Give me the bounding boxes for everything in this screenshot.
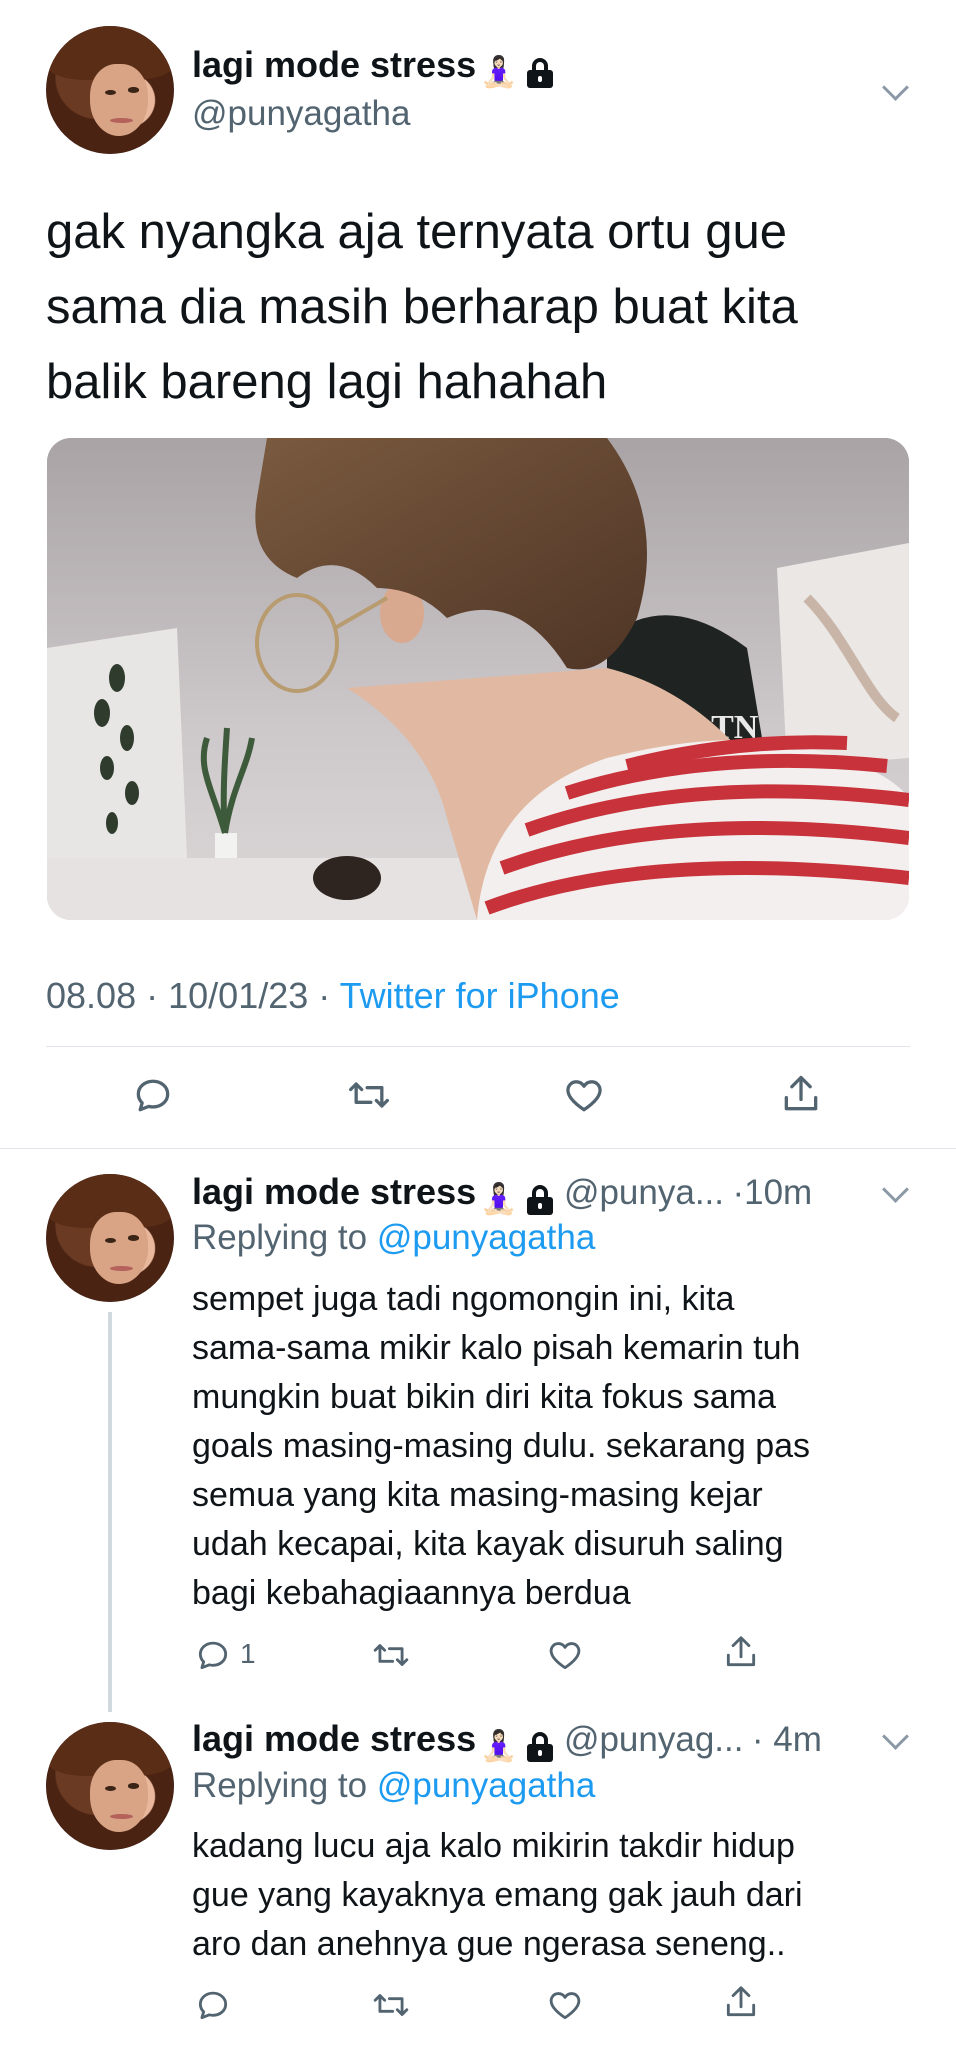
reply-line: udah kecapai, kita kayak disuruh saling	[192, 1525, 784, 1563]
replying-prefix: Replying to	[192, 1766, 368, 1805]
like-icon[interactable]	[545, 1636, 585, 1674]
lock-icon	[527, 1184, 554, 1215]
reply-line: sama-sama mikir kalo pisah kemarin tuh	[192, 1329, 801, 1367]
reply-handle: @punyag...	[563, 1720, 744, 1759]
reply-line: semua yang kita masing-masing kejar	[192, 1476, 763, 1514]
tweet-time: 08.08	[46, 975, 137, 1016]
main-handle[interactable]: @punyagatha	[192, 94, 410, 134]
share-icon[interactable]	[722, 1632, 760, 1672]
like-icon[interactable]	[561, 1073, 607, 1117]
main-tweet-text: gak nyangka aja ternyata ortu gue sama d…	[46, 195, 798, 420]
reply-icon[interactable]	[194, 1986, 232, 2024]
retweet-icon[interactable]	[370, 1636, 412, 1674]
replying-to: Replying to @punyagatha	[192, 1766, 595, 1806]
reply-line: kadang lucu aja kalo mikirin takdir hidu…	[192, 1827, 795, 1865]
yoga-emoji: 🧘🏻‍♀️	[480, 1730, 518, 1764]
tweet-photo[interactable]: VLTN	[47, 438, 909, 920]
reply-avatar[interactable]	[46, 1722, 174, 1850]
thread-line	[108, 1312, 112, 1712]
meta-separator: ·	[318, 975, 331, 1016]
lock-icon	[527, 1731, 554, 1762]
reply-icon[interactable]	[131, 1073, 175, 1117]
reply-line: sempet juga tadi ngomongin ini, kita	[192, 1280, 735, 1318]
author-name: lagi mode stress	[192, 1171, 477, 1212]
reply-time: ·10m	[732, 1173, 813, 1212]
chevron-down-icon[interactable]	[882, 1723, 909, 1750]
yoga-emoji: 🧘🏻‍♀️	[480, 56, 518, 90]
replying-prefix: Replying to	[192, 1218, 368, 1257]
reply-time: · 4m	[751, 1720, 822, 1759]
reply-text: sempet juga tadi ngomongin ini, kita sam…	[192, 1275, 810, 1618]
author-name: lagi mode stress	[192, 44, 477, 85]
lock-icon	[527, 57, 554, 88]
tweet-source-link[interactable]: Twitter for iPhone	[340, 975, 620, 1016]
photo-illustration: VLTN	[47, 438, 909, 920]
tweet-line: balik bareng lagi hahahah	[46, 355, 608, 409]
reply-line: aro dan anehnya gue ngerasa seneng..	[192, 1925, 786, 1963]
reply-line: goals masing-masing dulu. sekarang pas	[192, 1427, 811, 1465]
reply-icon[interactable]	[194, 1636, 232, 1674]
retweet-icon[interactable]	[345, 1073, 393, 1117]
tweet-meta: 08.08 · 10/01/23 · Twitter for iPhone	[46, 975, 620, 1017]
reply-header[interactable]: lagi mode stress 🧘🏻‍♀️ @punya... ·10m	[192, 1171, 812, 1217]
tweet-line: gak nyangka aja ternyata ortu gue	[46, 205, 787, 259]
yoga-emoji: 🧘🏻‍♀️	[480, 1183, 518, 1217]
reply-count: 1	[240, 1638, 256, 1669]
reply-header[interactable]: lagi mode stress 🧘🏻‍♀️ @punyag... · 4m	[192, 1718, 822, 1764]
meta-separator: ·	[146, 975, 159, 1016]
replying-to: Replying to @punyagatha	[192, 1218, 595, 1258]
chevron-down-icon[interactable]	[882, 1176, 909, 1203]
share-icon[interactable]	[722, 1982, 760, 2022]
reply-avatar[interactable]	[46, 1174, 174, 1302]
chevron-down-icon[interactable]	[882, 74, 909, 101]
replying-to-link[interactable]: @punyagatha	[377, 1218, 595, 1257]
share-icon[interactable]	[779, 1071, 823, 1117]
reply-line: bagi kebahagiaannya berdua	[192, 1574, 631, 1612]
main-avatar[interactable]	[46, 26, 174, 154]
author-name: lagi mode stress	[192, 1718, 477, 1759]
tweet-date: 10/01/23	[168, 975, 309, 1016]
like-icon[interactable]	[545, 1986, 585, 2024]
reply-line: mungkin buat bikin diri kita fokus sama	[192, 1378, 776, 1416]
replying-to-link[interactable]: @punyagatha	[377, 1766, 595, 1805]
reply-handle: @punya...	[563, 1173, 725, 1212]
main-author-row[interactable]: lagi mode stress 🧘🏻‍♀️	[192, 44, 554, 90]
reply-text: kadang lucu aja kalo mikirin takdir hidu…	[192, 1822, 803, 1969]
divider	[46, 1046, 910, 1047]
reply-line: gue yang kayaknya emang gak jauh dari	[192, 1876, 803, 1914]
retweet-icon[interactable]	[370, 1986, 412, 2024]
tweet-line: sama dia masih berharap buat kita	[46, 280, 798, 334]
divider	[0, 1148, 956, 1149]
